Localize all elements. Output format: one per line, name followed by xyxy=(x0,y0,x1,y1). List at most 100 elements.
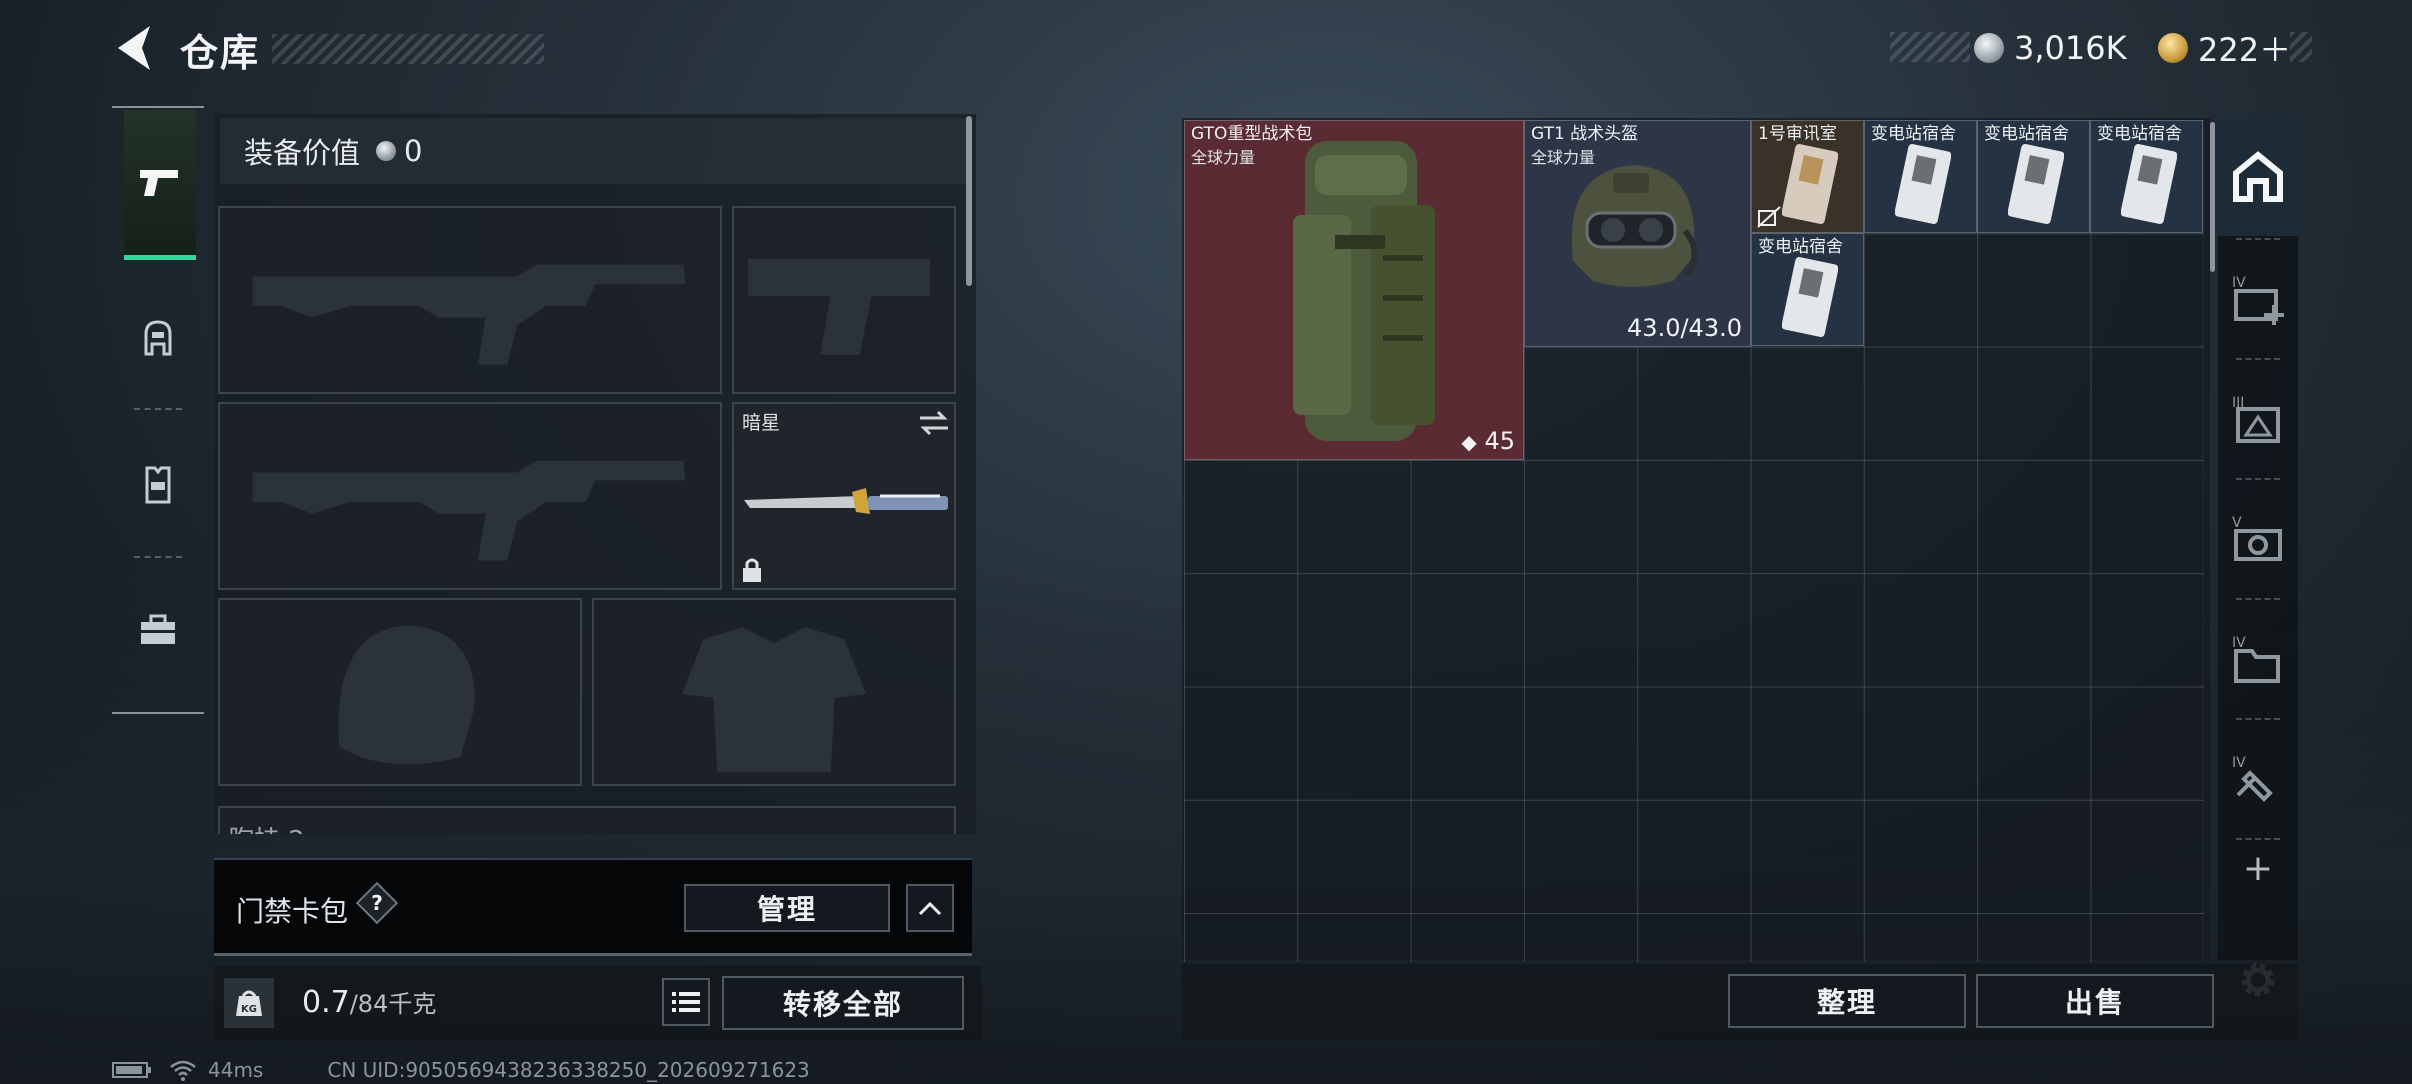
chest-rig-label: 胸挂 2 xyxy=(228,820,305,834)
rail-item-stash[interactable] xyxy=(2218,118,2298,236)
ammo-case-icon: III xyxy=(2232,395,2280,443)
chevron-up-icon xyxy=(918,901,942,916)
manage-button[interactable]: 管理 xyxy=(684,884,890,932)
add-container-button[interactable]: + xyxy=(2218,840,2298,896)
helmet-icon xyxy=(144,320,172,356)
access-card-pack-bar: 门禁卡包 ? 管理 xyxy=(214,858,972,956)
rail-item-camera-case[interactable]: V xyxy=(2218,480,2298,598)
backpack-item[interactable]: GTO重型战术包 全球力量 ◆ 45 xyxy=(1184,120,1524,460)
pistol-icon xyxy=(140,169,178,196)
helmet-image xyxy=(1571,165,1698,287)
capacity-icon: ◆ xyxy=(1461,430,1477,454)
list-icon xyxy=(672,992,700,1012)
keycard-image xyxy=(1782,143,1838,225)
svg-text:KG: KG xyxy=(241,1004,257,1015)
equipment-value: 0 xyxy=(404,134,423,168)
keycard-item[interactable]: 变电站宿舍 xyxy=(1977,120,2090,233)
stash-icon xyxy=(2233,151,2283,202)
title-decoration xyxy=(272,34,544,64)
keycard-item[interactable]: 变电站宿舍 xyxy=(1864,120,1977,233)
helmet-durability: 43.0/43.0 xyxy=(1627,314,1742,342)
sidebar-item-vest[interactable] xyxy=(112,414,204,554)
back-arrow-icon[interactable] xyxy=(112,22,156,74)
helmet-silhouette-icon xyxy=(338,625,475,765)
sidearm-slot[interactable] xyxy=(732,206,956,394)
wifi-icon xyxy=(170,1060,196,1081)
inventory-weight-bar: KG 0.7/84千克 转移全部 xyxy=(214,966,982,1040)
equipment-panel: 装备价值 0 暗星 胸挂 2 xyxy=(214,114,976,834)
camera-case-icon: V xyxy=(2232,515,2282,561)
stash-grid: GTO重型战术包 全球力量 ◆ 45 GT1 战术头盔 全球力量 43.0/43… xyxy=(1184,120,2204,962)
gold-coin-icon xyxy=(2158,33,2188,63)
sidebar-item-helmet[interactable] xyxy=(112,268,204,408)
silver-coin-icon xyxy=(1974,33,2004,63)
equipment-scrollbar[interactable] xyxy=(966,116,972,286)
body-armor-slot[interactable] xyxy=(592,598,956,786)
keycard-image xyxy=(1895,143,1951,225)
svg-text:IV: IV xyxy=(2232,275,2246,291)
container-rail: IV III V IV IV + xyxy=(2218,118,2298,960)
help-icon[interactable]: ? xyxy=(355,881,399,925)
user-uid: CN UID:9050569438236338250_202609271623 xyxy=(327,1058,810,1082)
keycard-image xyxy=(2008,143,2064,225)
folder-case-icon: IV xyxy=(2232,635,2280,683)
battery-icon xyxy=(112,1062,151,1078)
armor-silhouette-icon xyxy=(682,627,866,773)
sidebar-divider xyxy=(134,408,182,410)
ping-readout: 44ms xyxy=(208,1058,264,1082)
expand-button[interactable] xyxy=(906,884,954,932)
backpack-capacity: ◆ 45 xyxy=(1461,427,1515,455)
rifle-silhouette-icon xyxy=(252,460,686,561)
rail-item-tools-case[interactable]: IV xyxy=(2218,720,2298,838)
keycard-image xyxy=(1782,256,1838,338)
no-transfer-icon xyxy=(1757,206,1781,228)
rail-item-folder-case[interactable]: IV xyxy=(2218,600,2298,718)
vest-icon xyxy=(145,466,171,504)
equipment-value-label: 装备价值 xyxy=(244,136,361,170)
rifle-silhouette-icon xyxy=(252,264,686,365)
sidebar-item-toolbox[interactable] xyxy=(112,560,204,700)
keycard-item[interactable]: 变电站宿舍 xyxy=(2090,120,2203,233)
header: 仓库 3,016K 222＋ xyxy=(0,0,2412,100)
stash-footer: 整理 出售 xyxy=(1182,964,2298,1040)
equipment-value-bar: 装备价值 0 xyxy=(220,118,968,184)
helmet-item[interactable]: GT1 战术头盔 全球力量 43.0/43.0 xyxy=(1524,120,1751,347)
weight-icon: KG xyxy=(224,978,274,1028)
keycard-image xyxy=(2121,143,2177,225)
knife-icon xyxy=(744,488,948,514)
tools-case-icon: IV xyxy=(2232,755,2273,802)
currency-silver: 3,016K xyxy=(1974,29,2127,67)
stash-scrollbar[interactable] xyxy=(2210,122,2215,272)
keycard-item[interactable]: 1号审讯室 xyxy=(1751,120,1864,233)
svg-text:IV: IV xyxy=(2232,635,2246,651)
sort-button[interactable]: 整理 xyxy=(1728,974,1966,1028)
list-view-button[interactable] xyxy=(662,978,710,1026)
chest-rig-section[interactable]: 胸挂 2 xyxy=(218,806,956,834)
sidebar-divider xyxy=(134,556,182,558)
medical-case-icon: IV xyxy=(2232,275,2284,325)
sell-button[interactable]: 出售 xyxy=(1976,974,2214,1028)
toolbox-icon xyxy=(141,614,175,644)
status-bar: 44ms CN UID:9050569438236338250_20260927… xyxy=(112,1058,810,1082)
primary-weapon-slot[interactable] xyxy=(218,206,722,394)
card-pack-label: 门禁卡包 xyxy=(236,895,349,928)
rail-item-ammo-case[interactable]: III xyxy=(2218,360,2298,478)
currency-decoration xyxy=(1890,32,1970,62)
currency-gold[interactable]: 222＋ xyxy=(2158,30,2291,69)
keycard-item[interactable]: 变电站宿舍 xyxy=(1751,233,1864,346)
sidebar-item-weapons[interactable] xyxy=(124,110,196,260)
melee-slot[interactable]: 暗星 xyxy=(732,402,956,590)
secondary-weapon-slot[interactable] xyxy=(218,402,722,590)
currency-end-decoration xyxy=(2290,32,2312,62)
weight-readout: 0.7/84千克 xyxy=(302,985,437,1020)
equipment-category-sidebar xyxy=(112,106,204,714)
svg-text:V: V xyxy=(2232,515,2242,531)
melee-item-name: 暗星 xyxy=(742,412,781,434)
rail-item-medical-case[interactable]: IV xyxy=(2218,240,2298,358)
helmet-slot[interactable] xyxy=(218,598,582,786)
transfer-all-button[interactable]: 转移全部 xyxy=(722,976,964,1030)
backpack-image xyxy=(1293,141,1435,441)
swap-arrows-icon[interactable] xyxy=(918,410,950,436)
svg-text:IV: IV xyxy=(2232,755,2246,771)
lock-icon xyxy=(743,558,761,582)
